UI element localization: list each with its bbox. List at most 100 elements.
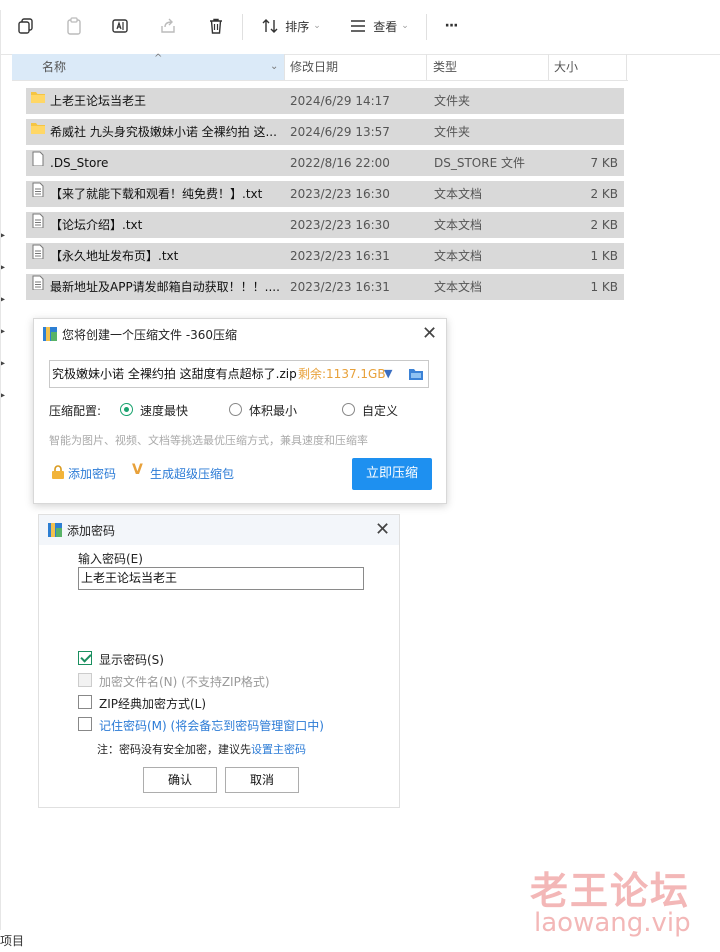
edge-arrow-icon: ▸ <box>0 358 6 369</box>
text-file-icon <box>30 274 46 290</box>
file-row[interactable]: 上老王论坛当老王 2024/6/29 14:17 文件夹 <box>26 88 624 114</box>
edge-arrow-icon: ▸ <box>0 294 6 305</box>
file-date: 2024/6/29 13:57 <box>290 125 390 139</box>
share-icon <box>161 18 175 33</box>
file-type: 文件夹 <box>434 125 471 139</box>
file-row[interactable]: .DS_Store 2022/8/16 22:00 DS_STORE 文件 7 KB <box>26 150 624 176</box>
dropdown-arrow-icon[interactable]: ▼ <box>384 361 392 387</box>
remember-password-label[interactable]: 记住密码(M) (将会备忘到密码管理窗口中) <box>99 717 324 734</box>
paste-button[interactable] <box>62 12 86 40</box>
compress-now-button[interactable]: 立即压缩 <box>352 458 432 490</box>
folder-icon <box>30 88 46 104</box>
share-button[interactable] <box>156 12 180 40</box>
password-note-text: 注：密码没有安全加密，建议先 <box>97 743 251 756</box>
column-divider[interactable] <box>426 54 427 80</box>
folder-browse-icon[interactable] <box>408 367 424 381</box>
file-name: 【论坛介绍】.txt <box>50 218 143 232</box>
file-name: 希威社 九头身究极嫩妹小诺 全裸约拍 这... <box>50 125 277 139</box>
rename-icon <box>112 19 128 33</box>
view-label: 查看 <box>373 19 398 34</box>
cancel-button[interactable]: 取消 <box>225 767 299 793</box>
copy-icon <box>18 18 33 34</box>
trash-icon <box>210 18 222 34</box>
file-row[interactable]: 最新地址及APP请发邮箱自动获取！！！.... 2023/2/23 16:31 文本… <box>26 274 624 300</box>
add-password-link[interactable]: 添加密码 <box>68 465 116 482</box>
sort-button[interactable]: 排序 ⌄ <box>258 12 324 40</box>
rename-button[interactable] <box>108 12 132 40</box>
file-name: 【来了就能下载和观看！纯免费！】.txt <box>50 187 263 201</box>
chevron-down-icon: ⌄ <box>401 21 409 31</box>
zip-classic-checkbox[interactable] <box>78 695 92 709</box>
text-file-icon <box>30 243 46 259</box>
radio-smallest[interactable] <box>229 403 242 416</box>
remember-password-checkbox[interactable] <box>78 717 92 731</box>
output-path-field[interactable]: 究极嫩妹小诺 全裸约拍 这甜度有点超标了.zip 剩余:1137.1GB ▼ <box>49 360 429 388</box>
set-master-password-link[interactable]: 设置主密码 <box>251 743 306 756</box>
file-date: 2023/2/23 16:31 <box>290 280 390 294</box>
vip-icon: V <box>132 462 143 478</box>
text-file-icon <box>30 181 46 197</box>
compress-hint: 智能为图片、视频、文档等挑选最优压缩方式，兼具速度和压缩率 <box>49 434 368 447</box>
column-header-size[interactable]: 大小 <box>554 54 578 80</box>
file-name: 最新地址及APP请发邮箱自动获取！！！.... <box>50 280 280 294</box>
column-header-name[interactable]: 名称 ^ ⌄ <box>12 53 284 80</box>
compress-dialog: 您将创建一个压缩文件 -360压缩 ✕ 究极嫩妹小诺 全裸约拍 这甜度有点超标了… <box>33 318 447 504</box>
file-date: 2023/2/23 16:30 <box>290 187 390 201</box>
status-bar-items: 项目 <box>0 934 25 948</box>
file-name: .DS_Store <box>50 156 109 170</box>
text-file-icon <box>30 212 46 228</box>
encrypt-filenames-label: 加密文件名(N) (不支持ZIP格式) <box>99 675 270 689</box>
ok-button[interactable]: 确认 <box>143 767 217 793</box>
edge-arrow-icon: ▸ <box>0 230 6 241</box>
column-name-label: 名称 <box>42 60 67 74</box>
file-type: 文本文档 <box>434 280 483 294</box>
view-button[interactable]: 查看 ⌄ <box>346 12 412 40</box>
password-input[interactable]: 上老王论坛当老王 <box>78 567 364 590</box>
add-password-dialog: 添加密码 ✕ 输入密码(E) 上老王论坛当老王 显示密码(S) 加密文件名(N)… <box>38 514 400 808</box>
close-icon[interactable]: ✕ <box>375 521 390 539</box>
chevron-down-icon: ⌄ <box>270 61 279 72</box>
edge-arrow-icon: ▸ <box>0 262 6 273</box>
file-type: 文本文档 <box>434 249 483 263</box>
radio-smallest-label[interactable]: 体积最小 <box>249 402 297 419</box>
radio-custom[interactable] <box>342 403 355 416</box>
file-row[interactable]: 【永久地址发布页】.txt 2023/2/23 16:31 文本文档 1 KB <box>26 243 624 269</box>
file-size: 1 KB <box>590 249 618 263</box>
show-password-checkbox[interactable] <box>78 651 92 665</box>
file-name: 上老王论坛当老王 <box>50 94 147 108</box>
radio-fastest-label[interactable]: 速度最快 <box>140 402 188 419</box>
edge-arrow-icon: ▸ <box>0 390 6 401</box>
sort-up-icon: ^ <box>154 53 163 64</box>
file-size: 7 KB <box>590 156 618 170</box>
folder-icon <box>30 119 46 135</box>
delete-button[interactable] <box>204 12 228 40</box>
file-row[interactable]: 【论坛介绍】.txt 2023/2/23 16:30 文本文档 2 KB <box>26 212 624 238</box>
column-header-type[interactable]: 类型 <box>433 54 457 80</box>
radio-fastest[interactable] <box>120 403 133 416</box>
file-row[interactable]: 希威社 九头身究极嫩妹小诺 全裸约拍 这... 2024/6/29 13:57 文件… <box>26 119 624 145</box>
show-password-label[interactable]: 显示密码(S) <box>99 651 164 668</box>
radio-custom-label[interactable]: 自定义 <box>362 402 398 419</box>
paste-icon <box>67 17 81 35</box>
watermark-url: laowang.vip <box>534 908 691 938</box>
column-header-date[interactable]: 修改日期 <box>290 54 338 80</box>
close-icon[interactable]: ✕ <box>422 325 437 343</box>
archive-icon <box>48 523 62 537</box>
super-package-link[interactable]: 生成超级压缩包 <box>150 465 234 482</box>
password-dialog-title: 添加密码 <box>67 524 116 538</box>
column-divider[interactable] <box>626 54 627 80</box>
free-space-text: 剩余:1137.1GB <box>298 367 386 381</box>
file-date: 2024/6/29 14:17 <box>290 94 390 108</box>
column-divider[interactable] <box>548 54 549 80</box>
file-row[interactable]: 【来了就能下载和观看！纯免费！】.txt 2023/2/23 16:30 文本文档 2… <box>26 181 624 207</box>
file-type: DS_STORE 文件 <box>434 156 525 170</box>
column-divider[interactable] <box>284 54 285 80</box>
edge-arrow-icon: ▸ <box>0 326 6 337</box>
more-options-button[interactable]: ··· <box>436 12 466 40</box>
copy-button[interactable] <box>14 12 38 40</box>
chevron-down-icon: ⌄ <box>313 21 321 31</box>
encrypt-filenames-checkbox[interactable] <box>78 673 92 687</box>
file-date: 2023/2/23 16:30 <box>290 218 390 232</box>
zip-classic-label[interactable]: ZIP经典加密方式(L) <box>99 695 206 712</box>
file-size: 1 KB <box>590 280 618 294</box>
